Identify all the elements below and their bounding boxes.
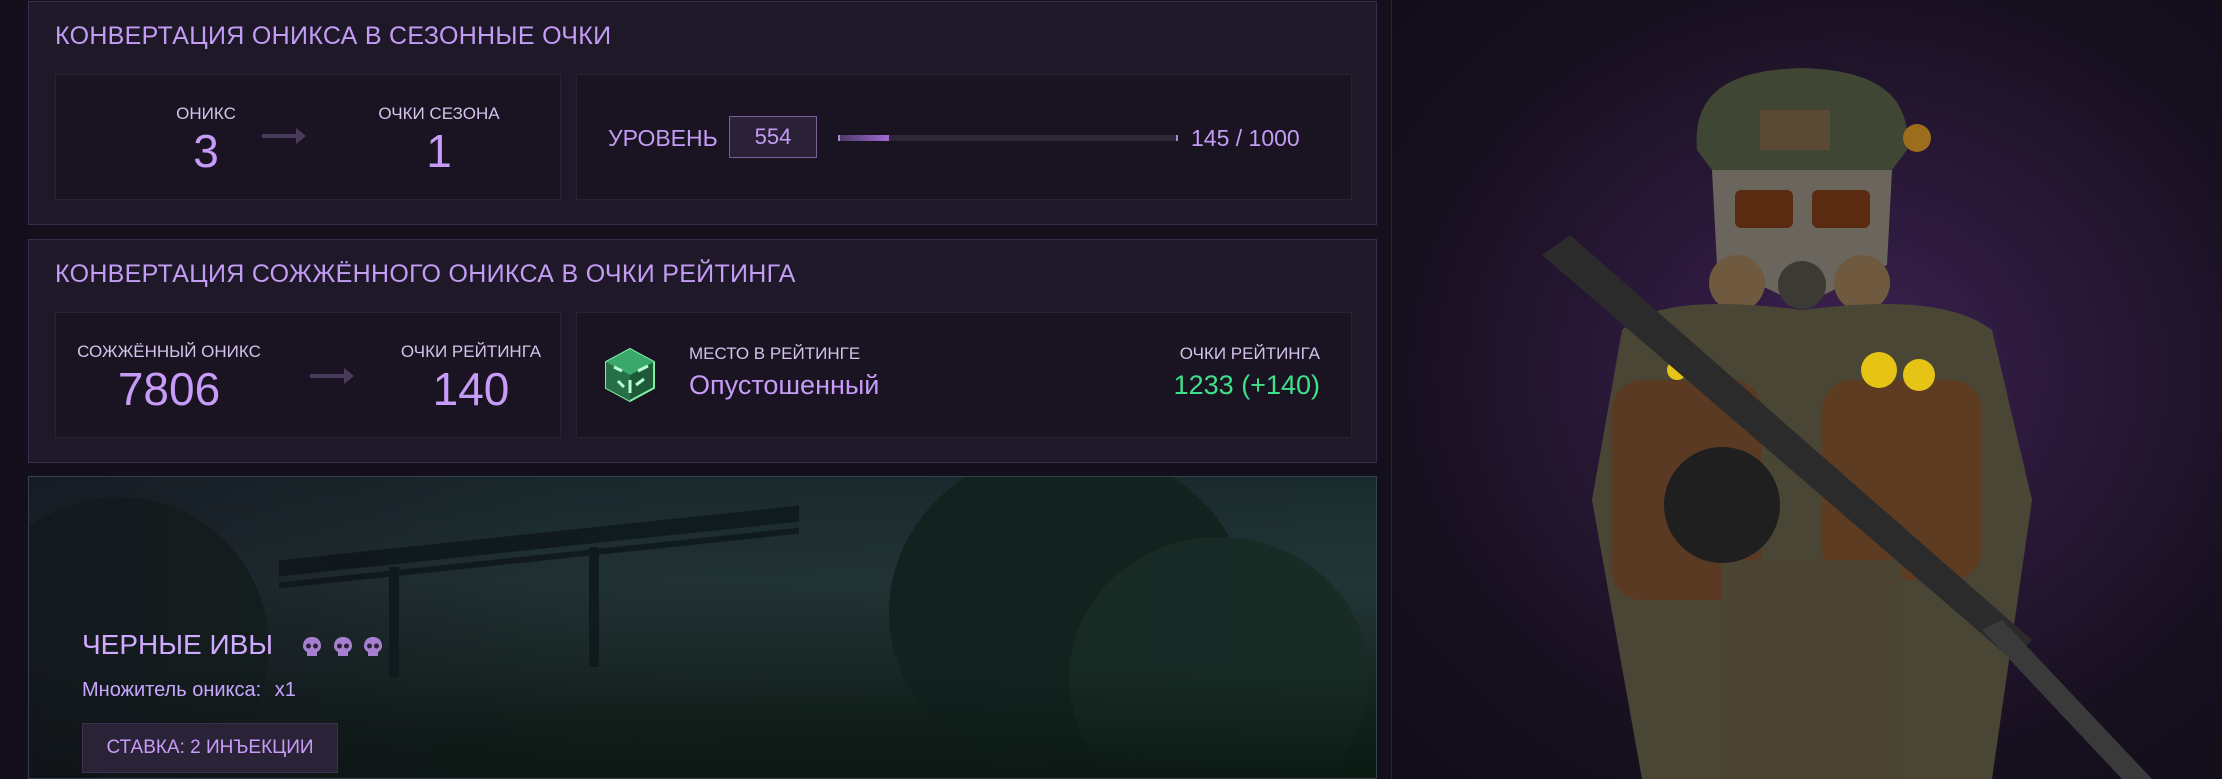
season-points-column: ОЧКИ СЕЗОНА 1: [339, 104, 539, 174]
location-name: ЧЕРНЫЕ ИВЫ: [82, 629, 383, 661]
level-progress-text: 145 / 1000: [1191, 125, 1300, 151]
burned-onyx-value: 7806: [117, 363, 221, 415]
burned-onyx-label: СОЖЖЁННЫЙ ОНИКС: [77, 342, 261, 361]
season-conversion-title: КОНВЕРТАЦИЯ ОНИКСА В СЕЗОННЫЕ ОЧКИ: [55, 22, 612, 50]
skull-icon: [364, 636, 383, 656]
location-title: ЧЕРНЫЕ ИВЫ: [82, 629, 274, 660]
arrow-right-icon: [262, 111, 306, 156]
multiplier-label: Множитель оникса:: [82, 679, 262, 701]
level-value-box: 554: [729, 116, 817, 158]
rank-box: МЕСТО В РЕЙТИНГЕ Опустошенный ОЧКИ РЕЙТИ…: [576, 312, 1352, 438]
level-value: 554: [754, 124, 792, 149]
bet-button-label: СТАВКА: 2 ИНЪЕКЦИИ: [106, 737, 314, 758]
rating-points-label: ОЧКИ РЕЙТИНГА: [400, 342, 542, 361]
rating-points-value: 140: [432, 363, 510, 415]
arrow-right-icon: [310, 351, 354, 396]
difficulty-skulls: [299, 629, 384, 660]
skull-icon: [302, 636, 321, 656]
green-crystal-cube-icon: [604, 347, 656, 408]
soldier-character-image: [1542, 68, 2152, 779]
character-preview: [1391, 0, 2222, 779]
onyx-multiplier: Множитель оникса: x1: [82, 679, 296, 702]
burned-onyx-conversion-box: СОЖЖЁННЫЙ ОНИКС 7806 ОЧКИ РЕЙТИНГА 140: [55, 312, 561, 438]
bet-button[interactable]: СТАВКА: 2 ИНЪЕКЦИИ: [82, 723, 338, 773]
level-progress-fill: [840, 135, 889, 141]
rating-conversion-title: КОНВЕРТАЦИЯ СОЖЖЁННОГО ОНИКСА В ОЧКИ РЕЙ…: [55, 260, 796, 288]
level-progress-bar: [838, 135, 1178, 141]
skull-icon: [333, 636, 352, 656]
multiplier-value: x1: [274, 679, 296, 701]
total-rating-label: ОЧКИ РЕЙТИНГА: [1179, 344, 1320, 363]
onyx-conversion-box: ОНИКС 3 ОЧКИ СЕЗОНА 1: [55, 74, 561, 200]
season-points-label: ОЧКИ СЕЗОНА: [378, 104, 500, 123]
rating-conversion-panel: КОНВЕРТАЦИЯ СОЖЖЁННОГО ОНИКСА В ОЧКИ РЕЙ…: [28, 239, 1377, 463]
rating-points-column: ОЧКИ РЕЙТИНГА 140: [371, 342, 571, 412]
season-points-value: 1: [426, 125, 452, 177]
level-box: УРОВЕНЬ 554 145 / 1000: [576, 74, 1352, 200]
location-card[interactable]: ЧЕРНЫЕ ИВЫ Множитель оникса: x1 СТАВКА: …: [28, 476, 1377, 779]
total-rating-value: 1233 (+140): [1173, 370, 1320, 400]
rank-value: Опустошенный: [689, 370, 880, 400]
level-label: УРОВЕНЬ: [608, 125, 718, 151]
rank-label: МЕСТО В РЕЙТИНГЕ: [689, 344, 861, 363]
season-conversion-panel: КОНВЕРТАЦИЯ ОНИКСА В СЕЗОННЫЕ ОЧКИ ОНИКС…: [28, 1, 1377, 225]
burned-onyx-column: СОЖЖЁННЫЙ ОНИКС 7806: [59, 342, 279, 412]
